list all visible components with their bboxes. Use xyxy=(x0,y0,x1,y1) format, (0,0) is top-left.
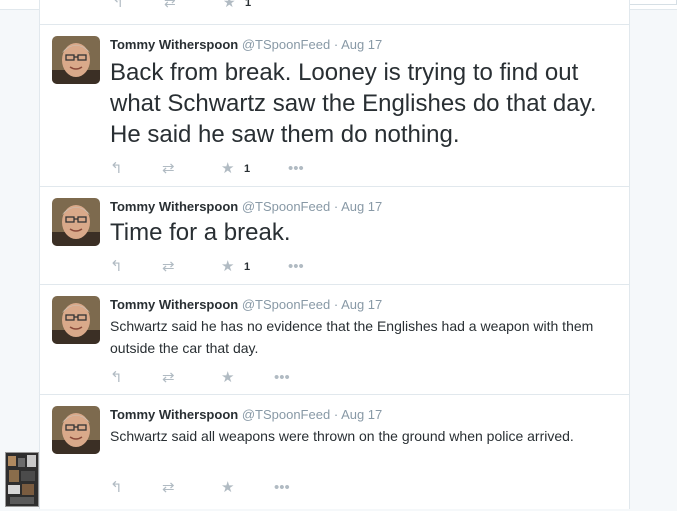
favorite-count: 1 xyxy=(245,0,252,9)
previous-tweet-actions: ↰ ⇄ ★ 1 xyxy=(40,0,629,25)
more-icon[interactable]: ••• xyxy=(274,369,290,387)
tweet-text: Schwartz said all weapons were thrown on… xyxy=(110,428,574,444)
star-icon[interactable]: ★ xyxy=(221,258,234,276)
full-name[interactable]: Tommy Witherspoon xyxy=(110,199,238,214)
star-icon[interactable]: ★ xyxy=(221,369,234,387)
tweet-actions: ↰ ⇄ ★ ••• xyxy=(110,369,370,387)
reply-icon[interactable]: ↰ xyxy=(110,369,123,387)
tweet-header: Tommy Witherspoon @TSpoonFeed · Aug 17 xyxy=(110,199,382,214)
timestamp[interactable]: Aug 17 xyxy=(341,199,382,214)
tweet[interactable]: Tommy Witherspoon @TSpoonFeed · Aug 17 B… xyxy=(40,25,629,187)
reply-icon[interactable]: ↰ xyxy=(110,479,123,497)
avatar[interactable] xyxy=(52,406,100,454)
tweet-text: Schwartz said he has no evidence that th… xyxy=(110,318,594,356)
username[interactable]: @TSpoonFeed xyxy=(242,199,330,214)
full-name[interactable]: Tommy Witherspoon xyxy=(110,297,238,312)
star-icon[interactable]: ★ xyxy=(223,0,236,11)
tweet[interactable]: Tommy Witherspoon @TSpoonFeed · Aug 17 T… xyxy=(40,187,629,285)
favorite-count: 1 xyxy=(244,261,251,273)
separator: · xyxy=(333,407,339,422)
avatar[interactable] xyxy=(52,36,100,84)
tweet-text: Back from break. Looney is trying to fin… xyxy=(110,59,597,148)
tweet-actions: ↰ ⇄ ★ 1 ••• xyxy=(110,160,370,178)
reply-icon[interactable]: ↰ xyxy=(112,0,124,11)
reply-icon[interactable]: ↰ xyxy=(110,258,123,276)
separator: · xyxy=(333,37,339,52)
separator: · xyxy=(333,297,339,312)
tweet-header: Tommy Witherspoon @TSpoonFeed · Aug 17 xyxy=(110,297,382,312)
timestamp[interactable]: Aug 17 xyxy=(341,37,382,52)
retweet-icon[interactable]: ⇄ xyxy=(164,0,176,11)
tweet-header: Tommy Witherspoon @TSpoonFeed · Aug 17 xyxy=(110,407,382,422)
more-icon[interactable]: ••• xyxy=(288,160,304,178)
timestamp[interactable]: Aug 17 xyxy=(341,297,382,312)
tweet-header: Tommy Witherspoon @TSpoonFeed · Aug 17 xyxy=(110,37,382,52)
tweet[interactable]: Tommy Witherspoon @TSpoonFeed · Aug 17 S… xyxy=(40,395,629,509)
avatar[interactable] xyxy=(52,198,100,246)
star-icon[interactable]: ★ xyxy=(221,160,234,178)
username[interactable]: @TSpoonFeed xyxy=(242,297,330,312)
star-icon[interactable]: ★ xyxy=(221,479,234,497)
full-name[interactable]: Tommy Witherspoon xyxy=(110,407,238,422)
tweet-actions: ↰ ⇄ ★ 1 ••• xyxy=(110,258,370,276)
retweet-icon[interactable]: ⇄ xyxy=(162,160,175,178)
favorite-count: 1 xyxy=(244,163,251,175)
more-icon[interactable]: ••• xyxy=(274,479,290,497)
tweet-actions: ↰ ⇄ ★ ••• xyxy=(110,479,370,497)
username[interactable]: @TSpoonFeed xyxy=(242,407,330,422)
username[interactable]: @TSpoonFeed xyxy=(242,37,330,52)
separator: · xyxy=(333,199,339,214)
timestamp[interactable]: Aug 17 xyxy=(341,407,382,422)
full-name[interactable]: Tommy Witherspoon xyxy=(110,37,238,52)
retweet-icon[interactable]: ⇄ xyxy=(162,479,175,497)
thumbnail-image[interactable] xyxy=(5,452,39,507)
retweet-icon[interactable]: ⇄ xyxy=(162,369,175,387)
avatar[interactable] xyxy=(52,296,100,344)
reply-icon[interactable]: ↰ xyxy=(110,160,123,178)
timeline: ↰ ⇄ ★ 1 Tommy Witherspoon @TSpoonFeed · … xyxy=(39,0,630,509)
retweet-icon[interactable]: ⇄ xyxy=(162,258,175,276)
tweet[interactable]: Tommy Witherspoon @TSpoonFeed · Aug 17 S… xyxy=(40,285,629,395)
tweet-text: Time for a break. xyxy=(110,219,291,246)
more-icon[interactable]: ••• xyxy=(288,258,304,276)
